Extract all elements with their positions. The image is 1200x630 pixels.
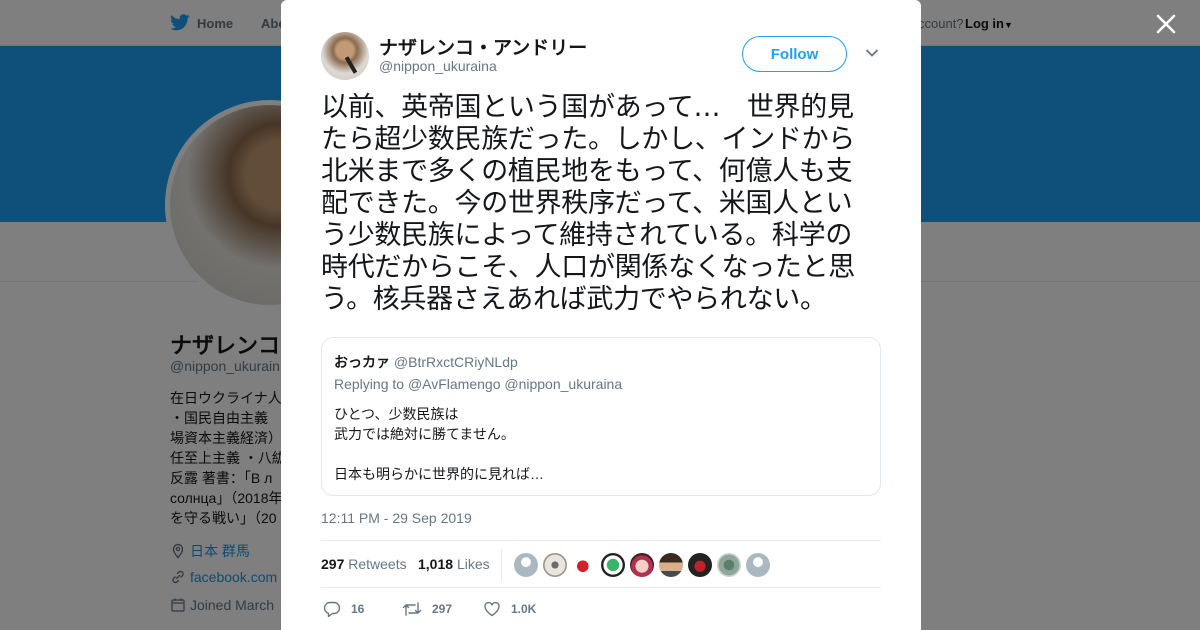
replying-users[interactable]: @AvFlamengo @nippon_ukuraina bbox=[408, 376, 622, 392]
stats-divider bbox=[501, 549, 502, 581]
author-handle[interactable]: @nippon_ukuraina bbox=[379, 58, 497, 74]
quoted-line: 日本も明らかに世界的に見れば… bbox=[334, 466, 544, 482]
liker-avatar[interactable] bbox=[543, 553, 567, 577]
quoted-author-name[interactable]: おっカァ bbox=[334, 354, 390, 370]
tweet-text-line: 配できた。今の世界秩序だって、米国人とい bbox=[321, 188, 853, 219]
liker-avatar[interactable] bbox=[659, 553, 683, 577]
liker-avatar[interactable] bbox=[717, 553, 741, 577]
tweet-actions: 16 297 1.0K bbox=[321, 598, 881, 622]
tweet-text-line: う少数民族によって維持されている。科学の bbox=[321, 220, 853, 251]
quoted-replying-to: Replying to @AvFlamengo @nippon_ukuraina bbox=[334, 376, 622, 392]
liker-avatar[interactable] bbox=[746, 553, 770, 577]
quoted-author-handle[interactable]: @BtrRxctCRiyNLdp bbox=[394, 354, 518, 370]
liker-avatar[interactable] bbox=[514, 553, 538, 577]
chevron-down-icon[interactable] bbox=[865, 48, 879, 58]
tweet-text-line: 北米まで多くの植民地をもって、何億人も支 bbox=[321, 156, 853, 187]
tweet-text-line: たら超少数民族だった。しかし、インドから bbox=[321, 124, 855, 155]
likes-label[interactable]: Likes bbox=[457, 556, 490, 572]
reply-count[interactable]: 16 bbox=[351, 602, 364, 616]
reply-icon[interactable] bbox=[323, 600, 341, 618]
quoted-author[interactable]: おっカァ @BtrRxctCRiyNLdp bbox=[334, 352, 518, 372]
retweet-count[interactable]: 297 bbox=[432, 602, 452, 616]
liker-avatar[interactable] bbox=[688, 553, 712, 577]
liker-avatar[interactable] bbox=[630, 553, 654, 577]
likes-stat[interactable]: 1,018 Likes bbox=[418, 556, 490, 572]
tweet-text-line: 時代だからこそ、人口が関係なくなったと思 bbox=[321, 252, 855, 283]
liker-avatar[interactable] bbox=[601, 553, 625, 577]
quoted-line bbox=[334, 444, 544, 464]
tweet-text-line: う。核兵器さえあれば武力でやられない。 bbox=[321, 284, 827, 315]
tweet-stats: 297 Retweets 1,018 Likes bbox=[321, 540, 881, 588]
replying-prefix: Replying to bbox=[334, 376, 405, 392]
heart-icon[interactable] bbox=[483, 600, 501, 618]
quoted-tweet[interactable]: おっカァ @BtrRxctCRiyNLdp Replying to @AvFla… bbox=[321, 337, 881, 496]
quoted-body: ひとつ、少数民族は 武力では絶対に勝てません。 日本も明らかに世界的に見れば… bbox=[334, 404, 544, 484]
author-avatar[interactable] bbox=[321, 32, 369, 80]
quoted-line: ひとつ、少数民族は bbox=[334, 406, 459, 422]
tweet-text: 以前、英帝国という国があって… 世界的見 たら超少数民族だった。しかし、インドか… bbox=[321, 92, 881, 316]
tweet-timestamp[interactable]: 12:11 PM - 29 Sep 2019 bbox=[321, 510, 472, 526]
like-count[interactable]: 1.0K bbox=[511, 602, 536, 616]
retweet-icon[interactable] bbox=[402, 600, 422, 618]
like-action[interactable]: 1.0K bbox=[483, 598, 536, 620]
retweets-stat[interactable]: 297 Retweets bbox=[321, 556, 407, 572]
retweets-label[interactable]: Retweets bbox=[348, 556, 406, 572]
retweet-action[interactable]: 297 bbox=[402, 598, 452, 620]
liker-avatar[interactable] bbox=[572, 553, 596, 577]
reply-action[interactable]: 16 bbox=[323, 598, 364, 620]
tweet-text-line: 以前、英帝国という国があって… 世界的見 bbox=[321, 92, 854, 123]
follow-button[interactable]: Follow bbox=[742, 36, 847, 72]
quoted-line: 武力では絶対に勝てません。 bbox=[334, 426, 515, 442]
retweets-count[interactable]: 297 bbox=[321, 556, 344, 572]
close-icon[interactable] bbox=[1154, 12, 1178, 36]
likes-count[interactable]: 1,018 bbox=[418, 556, 453, 572]
author-name[interactable]: ナザレンコ・アンドリー bbox=[379, 33, 587, 60]
tweet-modal: ナザレンコ・アンドリー @nippon_ukuraina Follow 以前、英… bbox=[281, 0, 921, 630]
